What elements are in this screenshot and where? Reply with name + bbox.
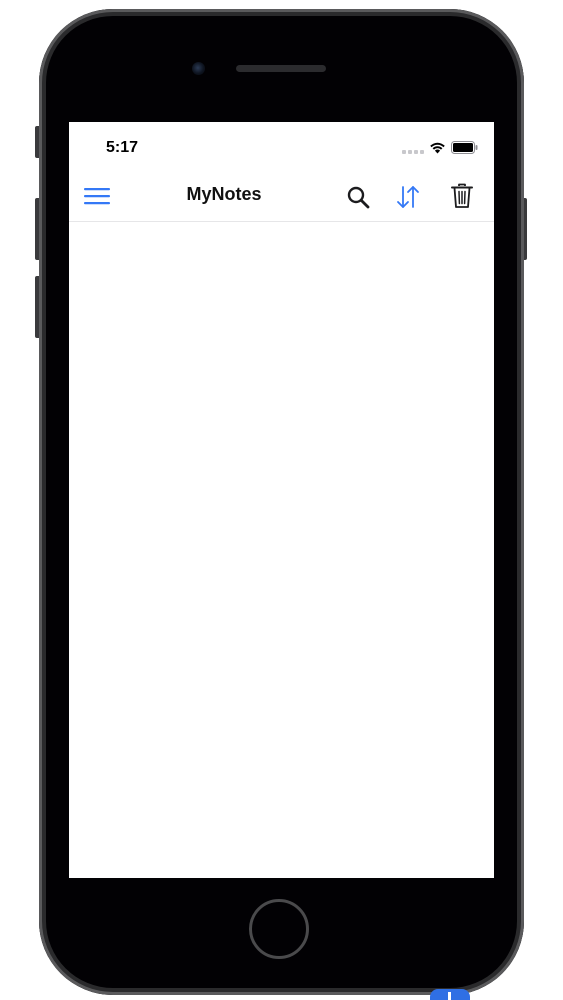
navigation-bar: MyNotes <box>69 170 494 222</box>
trash-icon[interactable] <box>451 183 473 209</box>
sort-icon[interactable] <box>396 184 420 210</box>
earpiece-speaker <box>236 65 326 72</box>
notes-list-empty <box>69 222 494 878</box>
add-note-button[interactable] <box>430 989 470 1000</box>
status-time: 5:17 <box>106 139 139 156</box>
home-button[interactable] <box>249 899 309 959</box>
menu-icon[interactable] <box>83 186 111 206</box>
page-title: MyNotes <box>186 184 262 204</box>
app-screen: 5:17 MyNotes <box>69 122 494 878</box>
wifi-icon <box>430 142 445 154</box>
signal-icon <box>402 150 424 154</box>
status-bar: 5:17 <box>69 122 494 170</box>
stage: 5:17 MyNotes <box>0 0 563 1000</box>
search-icon[interactable] <box>346 185 370 209</box>
battery-icon <box>451 141 478 154</box>
front-camera <box>192 62 205 75</box>
